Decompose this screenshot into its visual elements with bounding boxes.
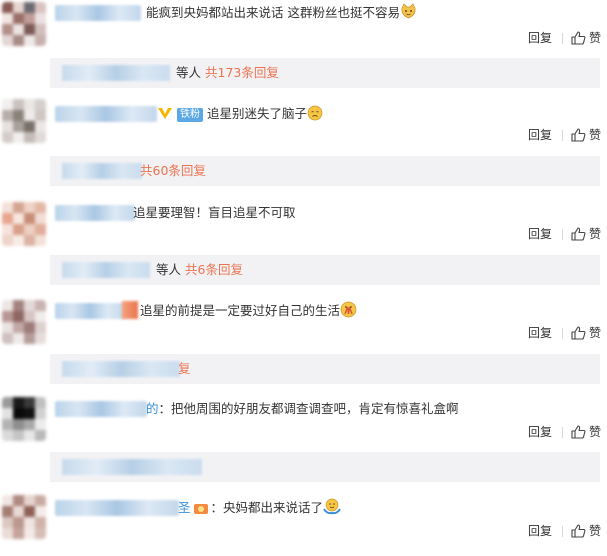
avatar[interactable]: [2, 99, 46, 143]
comment-text-sep: ：: [210, 500, 224, 515]
view-replies-link[interactable]: 共60条回复: [140, 163, 206, 178]
avatar[interactable]: [2, 397, 46, 441]
pray-emoji: [340, 301, 357, 324]
like-button[interactable]: 赞: [571, 225, 601, 243]
comment-text-line: 铁粉 追星别迷失了脑子: [157, 104, 323, 124]
sub-reply-users-blurred: [62, 163, 142, 179]
thumbs-up-icon: [571, 128, 586, 142]
reply-button[interactable]: 回复: [528, 522, 552, 540]
like-label: 赞: [588, 326, 601, 340]
thumbs-up-icon: [571, 425, 586, 439]
view-replies-link[interactable]: 复: [178, 361, 191, 376]
comment-text-line: 追星的前提是一定要过好自己的生活: [140, 301, 357, 321]
like-label: 赞: [588, 31, 601, 45]
username-blurred[interactable]: [55, 500, 179, 516]
thumbs-up-icon: [571, 227, 586, 241]
avatar[interactable]: [2, 495, 46, 539]
avatar[interactable]: [2, 300, 46, 344]
sub-reply-prefix: 等人: [176, 65, 202, 80]
action-separator: [561, 426, 563, 438]
comment-text: 追星别迷失了脑子: [207, 106, 308, 121]
sub-reply-users-blurred: [62, 459, 202, 475]
comment-actions: 回复 赞: [528, 522, 601, 540]
comment-actions: 回复 赞: [528, 29, 601, 47]
action-separator: [561, 327, 563, 339]
avatar[interactable]: [2, 202, 46, 246]
comment-text-line: 追星要理智！盲目追星不可取: [133, 203, 296, 223]
hug-emoji: [323, 498, 341, 521]
like-label: 赞: [588, 425, 601, 439]
sub-replies-box[interactable]: 共60条回复: [50, 156, 600, 186]
thumbs-up-icon: [571, 31, 586, 45]
reply-button[interactable]: 回复: [528, 225, 552, 243]
view-replies-link[interactable]: 共173条回复: [205, 65, 279, 80]
comment-actions: 回复 赞: [528, 324, 601, 342]
fan-badge: 铁粉: [177, 108, 203, 122]
sub-replies-box[interactable]: 复: [50, 354, 600, 384]
comment-text: 追星的前提是一定要过好自己的生活: [140, 303, 341, 318]
cat-face-emoji: [400, 3, 417, 26]
comment-text: 能疯到央妈都站出来说话 这群粉丝也挺不容易: [146, 5, 400, 20]
sub-replies-box[interactable]: 等人 共173条回复: [50, 58, 600, 88]
comment-text-line: 圣 ：央妈都出来说话了: [178, 498, 341, 518]
username-blurred[interactable]: [55, 106, 157, 122]
view-replies-link[interactable]: 共6条回复: [185, 262, 243, 277]
sad-face-emoji: [307, 105, 323, 127]
reply-button[interactable]: 回复: [528, 126, 552, 144]
thumbs-up-icon: [571, 524, 586, 538]
reply-button[interactable]: 回复: [528, 29, 552, 47]
sub-reply-users-blurred: [62, 361, 180, 377]
sub-reply-prefix: 等人: [156, 262, 182, 277]
comment-text-line: 能疯到央妈都站出来说话 这群粉丝也挺不容易: [146, 3, 417, 23]
comment-text-line: 的：把他周围的好朋友都调查调查吧，肯定有惊喜礼盒啊: [146, 399, 459, 419]
like-button[interactable]: 赞: [571, 126, 601, 144]
like-label: 赞: [588, 128, 601, 142]
sub-reply-users-blurred: [62, 262, 150, 278]
comment-text: 追星要理智！盲目追星不可取: [133, 205, 296, 220]
badge-icon: [193, 501, 209, 521]
comment-actions: 回复 赞: [528, 225, 601, 243]
username-blurred[interactable]: [55, 5, 141, 21]
comment-text: 央妈都出来说话了: [223, 500, 324, 515]
comment-actions: 回复 赞: [528, 126, 601, 144]
like-button[interactable]: 赞: [571, 522, 601, 540]
username-blurred[interactable]: [55, 205, 135, 221]
username-tail[interactable]: 圣: [178, 500, 191, 515]
sub-replies-box[interactable]: [50, 452, 600, 482]
sub-reply-summary: 等人 共6条回复: [156, 260, 243, 280]
sub-replies-box[interactable]: 等人 共6条回复: [50, 255, 600, 285]
thumbs-up-icon: [571, 326, 586, 340]
like-label: 赞: [588, 227, 601, 241]
comment-actions: 回复 赞: [528, 423, 601, 441]
like-button[interactable]: 赞: [571, 29, 601, 47]
action-separator: [561, 32, 563, 44]
action-separator: [561, 228, 563, 240]
comment-text: 把他周围的好朋友都调查调查吧，肯定有惊喜礼盒啊: [171, 401, 459, 416]
username-tail[interactable]: 的: [146, 401, 159, 416]
like-button[interactable]: 赞: [571, 423, 601, 441]
sub-reply-users-blurred: [62, 65, 170, 81]
action-separator: [561, 525, 563, 537]
username-blurred[interactable]: [55, 401, 147, 417]
vip-icon: [157, 106, 173, 126]
sub-reply-summary: 共60条回复: [140, 161, 206, 181]
username-blurred[interactable]: [55, 303, 125, 319]
reply-button[interactable]: 回复: [528, 423, 552, 441]
sub-reply-summary: 等人 共173条回复: [176, 63, 279, 83]
like-label: 赞: [588, 524, 601, 538]
sub-reply-summary: 复: [178, 359, 191, 379]
reply-button[interactable]: 回复: [528, 324, 552, 342]
comment-text-sep: ：: [158, 401, 172, 416]
avatar[interactable]: [2, 2, 46, 46]
action-separator: [561, 129, 563, 141]
like-button[interactable]: 赞: [571, 324, 601, 342]
username-blurred: [122, 301, 138, 319]
